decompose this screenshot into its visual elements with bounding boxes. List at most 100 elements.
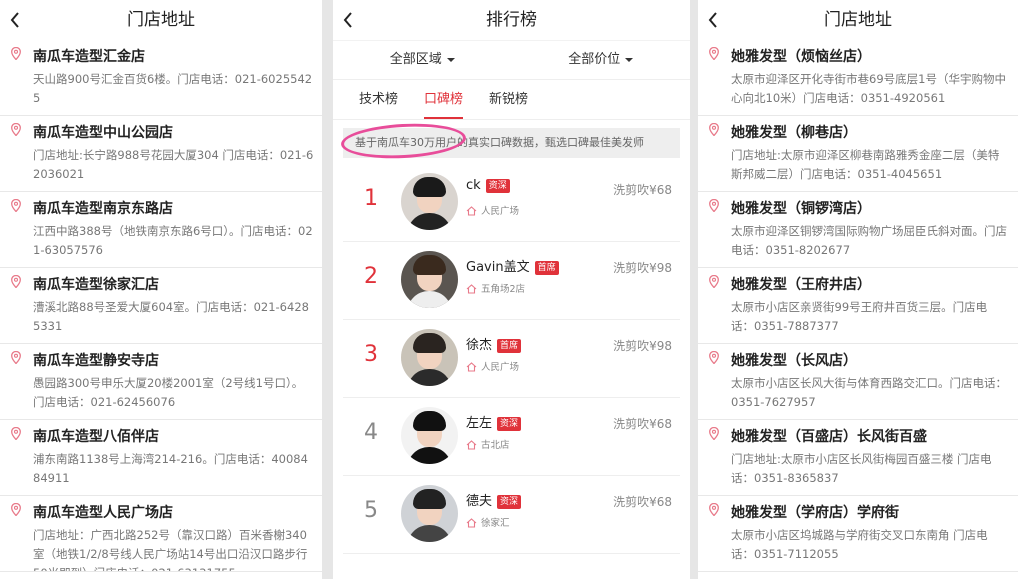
price-filter-label: 全部价位	[568, 52, 621, 67]
location-label: 徐家汇	[481, 518, 510, 529]
stylist-name: ck	[466, 178, 481, 193]
store-item[interactable]: 南瓜车造型静安寺店 愚园路300号申乐大厦20楼2001室（2号线1号口）。门店电…	[0, 344, 322, 420]
location-pin-icon	[11, 501, 21, 520]
back-button[interactable]	[339, 0, 363, 40]
store-name: 她雅发型（学府店）学府街	[731, 505, 899, 521]
store-icon	[466, 362, 481, 373]
location-pin-icon	[709, 45, 719, 64]
store-address: 愚园路300号申乐大厦20楼2001室（2号线1号口）。门店电话：021-624…	[33, 376, 304, 409]
service-price: 洗剪吹¥68	[613, 417, 672, 431]
store-name: 南瓜车造型汇金店	[33, 49, 145, 65]
ranking-row[interactable]: 5 德夫 资深 徐家汇 洗剪吹¥68	[343, 476, 680, 554]
header: 门店地址	[0, 0, 322, 40]
store-name: 她雅发型（百盛店）长风街百盛	[731, 429, 927, 445]
avatar[interactable]	[401, 329, 458, 386]
stylist-name-line: ck 资深	[466, 178, 510, 193]
stylist-location: 五角场2店	[466, 281, 525, 295]
store-address: 太原市迎泽区铜锣湾国际购物广场屈臣氏斜对面。门店电话：0351-8202677	[731, 224, 1007, 257]
tab-skill[interactable]: 技术榜	[359, 80, 398, 119]
store-name: 南瓜车造型南京东路店	[33, 201, 173, 217]
filter-bar: 全部区域 全部价位	[333, 40, 690, 80]
store-name: 南瓜车造型人民广场店	[33, 505, 173, 521]
store-icon	[466, 284, 481, 295]
store-item[interactable]: 她雅发型（百盛店）长风街百盛门店地址:太原市小店区长风街梅园百盛三楼 门店电话：…	[698, 420, 1018, 496]
store-name: 南瓜车造型中山公园店	[33, 125, 173, 141]
store-list-panel-right: 门店地址 她雅发型（烦恼丝店） 太原市迎泽区开化寺街市巷69号底层1号（华宇购物中…	[698, 0, 1018, 579]
store-item[interactable]: 南瓜车造型中山公园店 门店地址:长宁路988号花园大厦304 门店电话：021-6…	[0, 116, 322, 192]
store-item[interactable]: 南瓜车造型汇金店 天山路900号汇金百货6楼。门店电话：021-60255425	[0, 40, 322, 116]
stylist-name-line: 徐杰 首席	[466, 334, 522, 353]
store-item[interactable]: 南瓜车造型徐家汇店 漕溪北路88号圣爱大厦604室。门店电话：021-642853…	[0, 268, 322, 344]
ranking-list: 1 ck 资深 人民广场 洗剪吹¥68 2 Gavin盖文 首席 五角场2店 洗剪吹¥98 3 徐杰首…	[333, 164, 690, 554]
rank-number: 4	[364, 420, 378, 445]
location-pin-icon	[11, 425, 21, 444]
avatar[interactable]	[401, 485, 458, 542]
stylist-location: 古北店	[466, 437, 510, 451]
location-pin-icon	[11, 273, 21, 292]
service-price: 洗剪吹¥98	[613, 339, 672, 353]
location-pin-icon	[709, 197, 719, 216]
header: 门店地址	[698, 0, 1018, 40]
store-name: 她雅发型（铜锣湾店）	[731, 201, 871, 217]
store-item[interactable]: 她雅发型（学府店）学府街太原市小店区坞城路与学府街交叉口东南角 门店电话：035…	[698, 496, 1018, 572]
store-address: 门店地址:太原市小店区长风街梅园百盛三楼 门店电话：0351-8365837	[731, 452, 992, 485]
caret-down-icon	[625, 57, 634, 62]
store-item[interactable]: 南瓜车造型南京东路店江西中路388号（地铁南京东路6号口）。门店电话：021-6…	[0, 192, 322, 268]
location-label: 人民广场	[481, 362, 520, 373]
store-name: 南瓜车造型八佰伴店	[33, 429, 159, 445]
service-price: 洗剪吹¥68	[613, 495, 672, 509]
store-item[interactable]: 南瓜车造型八佰伴店 浦东南路1138号上海湾214-216。门店电话：400848…	[0, 420, 322, 496]
store-list: 她雅发型（烦恼丝店） 太原市迎泽区开化寺街市巷69号底层1号（华宇购物中心向北10…	[698, 40, 1018, 572]
store-item[interactable]: 她雅发型（烦恼丝店） 太原市迎泽区开化寺街市巷69号底层1号（华宇购物中心向北10…	[698, 40, 1018, 116]
store-name: 南瓜车造型徐家汇店	[33, 277, 159, 293]
level-badge: 首席	[497, 339, 522, 353]
page-title: 排行榜	[486, 10, 537, 30]
price-filter[interactable]: 全部价位	[512, 41, 691, 79]
location-pin-icon	[11, 121, 21, 140]
ranking-row[interactable]: 2 Gavin盖文 首席 五角场2店 洗剪吹¥98	[343, 242, 680, 320]
tab-reputation[interactable]: 口碑榜	[424, 80, 464, 119]
store-address: 门店地址：广西北路252号（靠汉口路）百米香榭340室（地铁1/2/8号线人民广…	[33, 528, 308, 571]
tab-newcomer[interactable]: 新锐榜	[489, 80, 528, 119]
location-pin-icon	[11, 45, 21, 64]
location-pin-icon	[709, 349, 719, 368]
region-filter[interactable]: 全部区域	[333, 41, 512, 79]
back-button[interactable]	[704, 0, 728, 40]
rank-number: 2	[364, 264, 378, 289]
avatar[interactable]	[401, 407, 458, 464]
location-pin-icon	[709, 501, 719, 520]
location-label: 人民广场	[481, 206, 520, 217]
stylist-location: 徐家汇	[466, 515, 510, 529]
caret-down-icon	[446, 57, 455, 62]
store-address: 太原市小店区坞城路与学府街交叉口东南角 门店电话：0351-7112055	[731, 528, 988, 561]
store-item[interactable]: 她雅发型（柳巷店） 门店地址:太原市迎泽区柳巷南路雅秀金座二层（美特斯邦威二层）门…	[698, 116, 1018, 192]
store-address: 江西中路388号（地铁南京东路6号口）。门店电话：021-63057576	[33, 224, 313, 257]
avatar[interactable]	[401, 173, 458, 230]
store-name: 她雅发型（长风店）	[731, 353, 857, 369]
ranking-row[interactable]: 4 左左 资深 古北店 洗剪吹¥68	[343, 398, 680, 476]
store-list-panel-left: 门店地址 南瓜车造型汇金店 天山路900号汇金百货6楼。门店电话：021-6025…	[0, 0, 322, 579]
page-title: 门店地址	[824, 10, 892, 30]
chevron-left-icon	[10, 12, 19, 28]
location-pin-icon	[709, 121, 719, 140]
back-button[interactable]	[6, 0, 30, 40]
store-name: 她雅发型（王府井店）	[731, 277, 871, 293]
store-item[interactable]: 她雅发型（王府井店） 太原市小店区亲贤街99号王府井百货三层。门店电话：0351-…	[698, 268, 1018, 344]
ranking-row[interactable]: 1 ck 资深 人民广场 洗剪吹¥68	[343, 164, 680, 242]
location-pin-icon	[709, 425, 719, 444]
ranking-row[interactable]: 3 徐杰 首席人民广场 洗剪吹¥98	[343, 320, 680, 398]
ranking-panel: 排行榜 全部区域 全部价位 技术榜 口碑榜 新锐榜 基于南瓜车30万用户的真实口…	[333, 0, 690, 579]
store-icon	[466, 206, 481, 217]
stylist-name-line: 德夫 资深	[466, 490, 522, 509]
store-item[interactable]: 南瓜车造型人民广场店门店地址：广西北路252号（靠汉口路）百米香榭340室（地铁…	[0, 496, 322, 572]
avatar[interactable]	[401, 251, 458, 308]
rank-number: 3	[364, 342, 378, 367]
region-filter-label: 全部区域	[389, 52, 442, 67]
store-item[interactable]: 她雅发型（长风店） 太原市小店区长风大街与体育西路交汇口。门店电话：0351-76…	[698, 344, 1018, 420]
store-item[interactable]: 她雅发型（铜锣湾店） 太原市迎泽区铜锣湾国际购物广场屈臣氏斜对面。门店电话：035…	[698, 192, 1018, 268]
stylist-name-line: Gavin盖文 首席	[466, 256, 559, 275]
store-address: 太原市小店区亲贤街99号王府井百货三层。门店电话：0351-7887377	[731, 300, 988, 333]
store-icon	[466, 518, 481, 529]
stylist-name: Gavin盖文	[466, 260, 530, 275]
rank-number: 1	[364, 186, 378, 211]
